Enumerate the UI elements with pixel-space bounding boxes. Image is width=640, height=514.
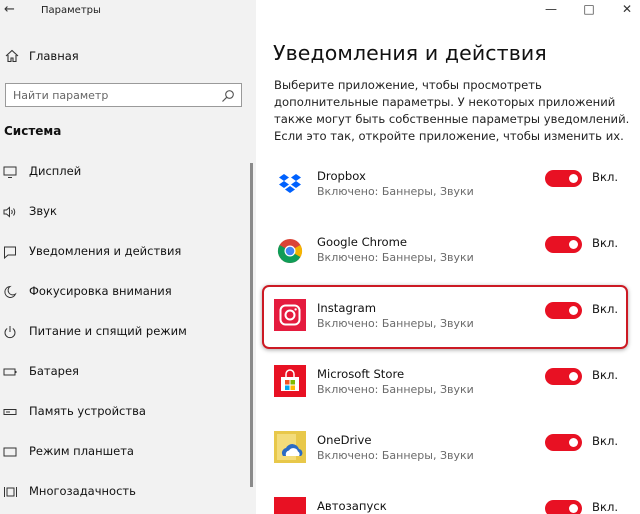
- toggle-label: Вкл.: [592, 236, 619, 250]
- toggle-knob: [569, 372, 578, 381]
- sidebar-item-display[interactable]: Дисплей: [0, 159, 250, 183]
- page-description: Выберите приложение, чтобы просмотреть д…: [274, 78, 630, 143]
- autoplay-icon: [274, 497, 306, 514]
- storage-icon: [3, 404, 18, 418]
- toggle-knob: [569, 438, 578, 447]
- sidebar-item-label: Многозадачность: [29, 484, 136, 498]
- sidebar-item-label: Батарея: [29, 364, 79, 378]
- app-status: Включено: Баннеры, Звуки: [317, 185, 474, 198]
- app-name: OneDrive: [317, 433, 372, 447]
- power-icon: [3, 324, 18, 339]
- sidebar-item-label: Фокусировка внимания: [29, 284, 172, 298]
- app-row-autoplay[interactable]: Автозапуск Вкл.: [274, 497, 624, 514]
- notification-toggle[interactable]: [545, 500, 582, 514]
- sidebar-item-tablet-mode[interactable]: Режим планшета: [0, 439, 250, 463]
- nav-home[interactable]: Главная: [0, 45, 256, 67]
- sidebar-item-battery[interactable]: Батарея: [0, 359, 250, 383]
- search-box[interactable]: [5, 83, 242, 107]
- close-icon[interactable]: ✕: [620, 2, 634, 16]
- app-name: Microsoft Store: [317, 367, 405, 381]
- toggle-label: Вкл.: [592, 368, 619, 382]
- multitasking-icon: [3, 484, 18, 498]
- notification-toggle[interactable]: [545, 368, 582, 385]
- sidebar-item-label: Звук: [29, 204, 57, 218]
- maximize-icon[interactable]: □: [582, 2, 596, 16]
- notification-toggle[interactable]: [545, 236, 582, 253]
- sidebar-item-label: Память устройства: [29, 404, 146, 418]
- dropbox-icon: [274, 167, 306, 199]
- notification-toggle[interactable]: [545, 434, 582, 451]
- sidebar-item-power[interactable]: Питание и спящий режим: [0, 319, 250, 343]
- toggle-label: Вкл.: [592, 170, 619, 184]
- back-arrow-icon[interactable]: ←: [4, 3, 18, 17]
- sidebar-item-label: Уведомления и действия: [29, 244, 182, 258]
- notification-icon: [3, 244, 18, 260]
- search-input[interactable]: [6, 84, 216, 106]
- sidebar-scrollbar[interactable]: [250, 163, 253, 487]
- sidebar-item-notifications[interactable]: Уведомления и действия: [0, 239, 250, 263]
- app-name: Dropbox: [317, 169, 366, 183]
- sidebar-item-sound[interactable]: Звук: [0, 199, 250, 223]
- nav-home-label: Главная: [29, 49, 79, 63]
- sidebar-item-label: Режим планшета: [29, 444, 134, 458]
- search-icon[interactable]: [221, 88, 235, 102]
- window-controls: — □ ✕: [530, 0, 640, 20]
- battery-icon: [3, 364, 18, 378]
- toggle-label: Вкл.: [592, 434, 619, 448]
- app-row-dropbox[interactable]: Dropbox Включено: Баннеры, Звуки Вкл.: [274, 167, 624, 207]
- toggle-knob: [569, 504, 578, 513]
- section-title: Система: [4, 124, 62, 138]
- onedrive-icon: [274, 431, 306, 463]
- app-status: Включено: Баннеры, Звуки: [317, 317, 474, 330]
- sidebar-item-label: Дисплей: [29, 164, 82, 178]
- toggle-knob: [569, 240, 578, 249]
- app-status: Включено: Баннеры, Звуки: [317, 449, 474, 462]
- app-row-instagram[interactable]: Instagram Включено: Баннеры, Звуки Вкл.: [274, 299, 624, 339]
- sidebar: ← Параметры Главная Система Дисплей Звук: [0, 0, 256, 514]
- page-title: Уведомления и действия: [273, 41, 547, 65]
- sidebar-item-focus-assist[interactable]: Фокусировка внимания: [0, 279, 250, 303]
- moon-icon: [3, 284, 18, 298]
- chrome-icon: [274, 233, 306, 265]
- app-status: Включено: Баннеры, Звуки: [317, 383, 474, 396]
- store-icon: [274, 365, 306, 397]
- toggle-label: Вкл.: [592, 500, 619, 514]
- app-row-microsoft-store[interactable]: Microsoft Store Включено: Баннеры, Звуки…: [274, 365, 624, 405]
- app-row-onedrive[interactable]: OneDrive Включено: Баннеры, Звуки Вкл.: [274, 431, 624, 471]
- minimize-icon[interactable]: —: [544, 2, 558, 16]
- app-name: Google Chrome: [317, 235, 408, 249]
- monitor-icon: [3, 164, 18, 178]
- notification-toggle[interactable]: [545, 302, 582, 319]
- app-row-chrome[interactable]: Google Chrome Включено: Баннеры, Звуки В…: [274, 233, 624, 273]
- app-status: Включено: Баннеры, Звуки: [317, 251, 474, 264]
- toggle-knob: [569, 306, 578, 315]
- sidebar-item-storage[interactable]: Память устройства: [0, 399, 250, 423]
- app-name: Instagram: [317, 301, 376, 315]
- window-title: Параметры: [41, 5, 101, 16]
- notification-toggle[interactable]: [545, 170, 582, 187]
- sidebar-item-multitasking[interactable]: Многозадачность: [0, 479, 250, 503]
- tablet-icon: [3, 444, 18, 458]
- toggle-knob: [569, 174, 578, 183]
- sidebar-item-label: Питание и спящий режим: [29, 324, 187, 338]
- app-name: Автозапуск: [317, 499, 387, 513]
- speaker-icon: [3, 204, 18, 218]
- instagram-icon: [274, 299, 306, 331]
- toggle-label: Вкл.: [592, 302, 619, 316]
- home-icon: [4, 48, 20, 64]
